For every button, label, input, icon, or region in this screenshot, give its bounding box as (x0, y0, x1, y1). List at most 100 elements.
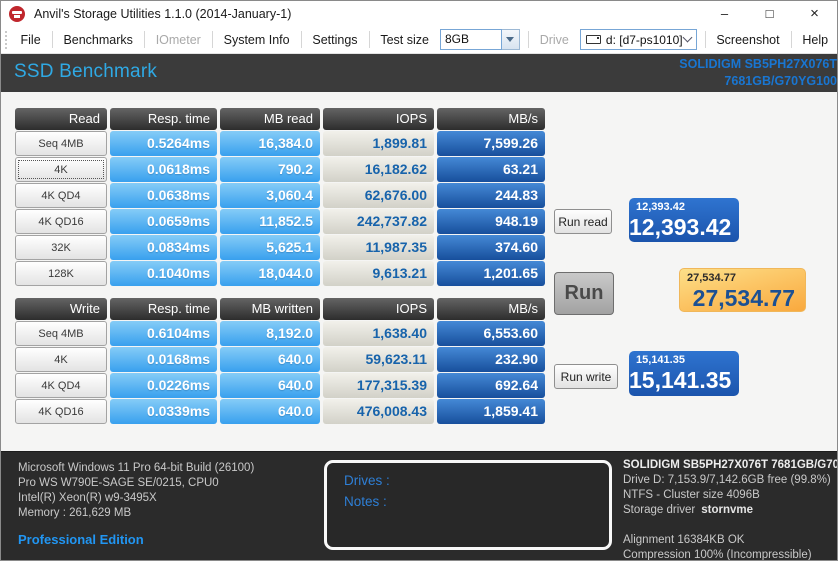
column-header-iops: IOPS (323, 298, 434, 320)
column-header-resp-time: Resp. time (110, 298, 217, 320)
storage-driver-line: Storage driverstornvme (623, 503, 838, 518)
result-cell: 0.0226ms (110, 373, 217, 398)
motherboard-line: Pro WS W790E-SAGE SE/0215, CPU0 (18, 476, 254, 491)
run-button[interactable]: Run (554, 272, 614, 315)
memory-line: Memory : 261,629 MB (18, 506, 254, 521)
app-anvil-icon (9, 6, 25, 22)
menu-settings[interactable]: Settings (303, 27, 366, 53)
alignment-line: Alignment 16384KB OK (623, 533, 838, 548)
result-cell: 1,201.65 (437, 261, 545, 286)
status-footer: Microsoft Windows 11 Pro 64-bit Build (2… (1, 451, 837, 561)
total-score-box: 27,534.77 27,534.77 (679, 268, 806, 312)
write-score-value: 15,141.35 (629, 366, 739, 393)
benchmark-main: ReadResp. timeMB readIOPSMB/sSeq 4MB0.52… (1, 92, 837, 451)
result-cell: 1,638.40 (323, 321, 434, 346)
column-header-mb-read: MB read (220, 108, 320, 130)
test-row-button[interactable]: 4K (15, 157, 107, 182)
close-button[interactable]: × (792, 1, 837, 26)
run-write-button[interactable]: Run write (554, 364, 618, 389)
test-row-button[interactable]: Seq 4MB (15, 131, 107, 156)
test-row-button[interactable]: 4K (15, 347, 107, 372)
menu-separator (144, 31, 145, 48)
result-cell: 0.0834ms (110, 235, 217, 260)
read-score-value: 12,393.42 (629, 213, 739, 240)
test-row-button[interactable]: 128K (15, 261, 107, 286)
result-cell: 0.0618ms (110, 157, 217, 182)
menu-screenshot[interactable]: Screenshot (707, 27, 788, 53)
result-cell: 7,599.26 (437, 131, 545, 156)
column-header-resp-time: Resp. time (110, 108, 217, 130)
column-header-mb-written: MB written (220, 298, 320, 320)
result-cell: 11,852.5 (220, 209, 320, 234)
chevron-down-icon (682, 33, 692, 43)
drive-title: SOLIDIGM SB5PH27X076T 7681GB/G70YG100 (623, 458, 838, 473)
result-cell: 16,182.62 (323, 157, 434, 182)
test-size-value[interactable]: 8GB (440, 29, 502, 50)
result-cell: 59,623.11 (323, 347, 434, 372)
result-cell: 244.83 (437, 183, 545, 208)
page-title: SSD Benchmark (14, 61, 157, 83)
minimize-button[interactable]: – (702, 1, 747, 26)
result-cell: 948.19 (437, 209, 545, 234)
menu-separator (705, 31, 706, 48)
result-cell: 0.6104ms (110, 321, 217, 346)
menu-system-info[interactable]: System Info (215, 27, 299, 53)
menu-separator (301, 31, 302, 48)
device-model: SOLIDIGM SB5PH27X076T 7681GB/G70YG100 (679, 56, 837, 90)
result-cell: 232.90 (437, 347, 545, 372)
result-cell: 18,044.0 (220, 261, 320, 286)
result-cell: 11,987.35 (323, 235, 434, 260)
test-row-button[interactable]: Seq 4MB (15, 321, 107, 346)
test-row-button[interactable]: 32K (15, 235, 107, 260)
os-line: Microsoft Windows 11 Pro 64-bit Build (2… (18, 461, 254, 476)
app-window: Anvil's Storage Utilities 1.1.0 (2014-Ja… (0, 0, 838, 561)
menu-benchmarks[interactable]: Benchmarks (54, 27, 141, 53)
result-cell: 790.2 (220, 157, 320, 182)
column-header-read: Read (15, 108, 107, 130)
storage-driver-name: stornvme (701, 504, 753, 516)
result-cell: 5,625.1 (220, 235, 320, 260)
read-results-table: ReadResp. timeMB readIOPSMB/sSeq 4MB0.52… (15, 108, 545, 286)
menu-bar: File Benchmarks IOmeter System Info Sett… (1, 26, 837, 54)
total-score-small: 27,534.77 (680, 269, 805, 284)
drive-value: d: [d7-ps1010] (606, 33, 683, 47)
drive-combobox[interactable]: d: [d7-ps1010] (580, 29, 697, 50)
drives-notes-box[interactable]: Drives : Notes : (324, 460, 612, 550)
write-results-table: WriteResp. timeMB writtenIOPSMB/s Seq 4MB… (15, 298, 545, 424)
result-cell: 6,553.60 (437, 321, 545, 346)
menu-iometer: IOmeter (147, 27, 210, 53)
result-cell: 374.60 (437, 235, 545, 260)
column-header-iops: IOPS (323, 108, 434, 130)
result-cell: 9,613.21 (323, 261, 434, 286)
menu-file[interactable]: File (12, 27, 50, 53)
benchmark-header: SSD Benchmark SOLIDIGM SB5PH27X076T 7681… (1, 54, 837, 92)
drive-label: Drive (531, 27, 578, 53)
column-header-mb-s: MB/s (437, 298, 545, 320)
run-read-button[interactable]: Run read (554, 209, 612, 234)
test-row-button[interactable]: 4K QD16 (15, 209, 107, 234)
test-row-button[interactable]: 4K QD4 (15, 373, 107, 398)
menu-help[interactable]: Help (793, 27, 837, 53)
drive-capacity-line: Drive D: 7,153.9/7,142.6GB free (99.8%) (623, 473, 838, 488)
menu-separator (212, 31, 213, 48)
test-size-combobox[interactable]: 8GB (440, 29, 520, 50)
result-cell: 0.0659ms (110, 209, 217, 234)
write-score-small: 15,141.35 (629, 351, 739, 366)
result-cell: 0.5264ms (110, 131, 217, 156)
drive-icon (586, 35, 601, 44)
result-cell: 62,676.00 (323, 183, 434, 208)
test-row-button[interactable]: 4K QD4 (15, 183, 107, 208)
maximize-button[interactable]: □ (747, 1, 792, 26)
test-size-dropdown-button[interactable] (502, 29, 520, 50)
drive-details-block: SOLIDIGM SB5PH27X076T 7681GB/G70YG100 Dr… (623, 458, 838, 561)
result-cell: 640.0 (220, 347, 320, 372)
result-cell: 177,315.39 (323, 373, 434, 398)
result-cell: 1,859.41 (437, 399, 545, 424)
result-cell: 0.1040ms (110, 261, 217, 286)
test-size-label: Test size (371, 27, 438, 53)
menu-separator (52, 31, 53, 48)
test-row-button[interactable]: 4K QD16 (15, 399, 107, 424)
toolbar-grip (5, 31, 9, 49)
column-header-write: Write (15, 298, 107, 320)
menu-separator (791, 31, 792, 48)
